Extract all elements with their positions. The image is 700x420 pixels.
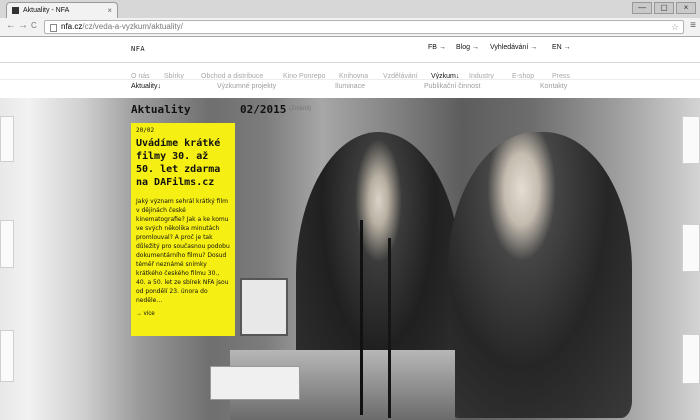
maximize-button[interactable]: ▢ [654, 2, 674, 14]
archive-date: 02/2015 [240, 103, 287, 116]
subnav-kontakty[interactable]: Kontakty [540, 83, 567, 90]
subnav-publikace[interactable]: Publikační činnost [424, 83, 480, 90]
film-perforation [0, 330, 14, 382]
search-link[interactable]: Vyhledávání → [490, 44, 537, 51]
film-perforation [682, 116, 700, 164]
website: NFA FB → Blog → Vyhledávání → EN → O nás… [0, 37, 700, 420]
page-title: Aktuality [131, 103, 191, 116]
fb-link[interactable]: FB → [428, 44, 446, 51]
header-divider [0, 62, 700, 63]
nav-divider [0, 79, 700, 80]
subnav-iluminace[interactable]: Iluminace [335, 83, 365, 90]
forward-icon[interactable]: → [18, 20, 28, 31]
hero-photo: Aktuality 02/2015 (Změnit) 20/02 Uvádíme… [0, 98, 700, 420]
photo-lamp [240, 278, 288, 336]
subnav-projekty[interactable]: Výzkumné projekty [217, 83, 276, 90]
language-link[interactable]: EN → [552, 44, 571, 51]
news-date: 20/02 [136, 127, 155, 134]
page-icon [50, 24, 57, 32]
close-window-button[interactable]: × [676, 2, 696, 14]
film-perforation [682, 334, 700, 384]
subnav-aktuality[interactable]: Aktuality↓ [131, 83, 161, 90]
sub-navigation: Aktuality↓ Výzkumné projekty Iluminace P… [0, 83, 700, 97]
browser-tab[interactable]: Aktuality - NFA × [6, 2, 118, 18]
back-icon[interactable]: ← [6, 20, 16, 31]
news-card[interactable]: 20/02 Uvádíme krátké filmy 30. až 50. le… [131, 123, 235, 336]
favicon [12, 7, 19, 14]
news-excerpt: Jaký význam sehrál krátký film v dějinác… [136, 198, 230, 304]
close-tab-icon[interactable]: × [107, 3, 112, 18]
hero-header: Aktuality 02/2015 (Změnit) [0, 98, 700, 122]
bookmark-star-icon[interactable]: ☆ [671, 21, 679, 33]
news-headline[interactable]: Uvádíme krátké filmy 30. až 50. let zdar… [136, 137, 230, 189]
film-perforation [0, 220, 14, 268]
film-perforation [682, 224, 700, 272]
url-path: /cz/veda-a-vyzkum/aktuality/ [82, 22, 183, 31]
url-host: nfa.cz [61, 22, 83, 31]
site-logo[interactable]: NFA [131, 45, 145, 53]
address-bar[interactable]: nfa.cz/cz/veda-a-vyzkum/aktuality/ ☆ [44, 20, 684, 34]
photo-figure-right [448, 132, 632, 418]
browser-toolbar: ← → C nfa.cz/cz/veda-a-vyzkum/aktuality/… [0, 18, 700, 36]
film-perforation [0, 116, 14, 162]
window-controls: — ▢ × [632, 2, 696, 14]
read-more-link[interactable]: → více [136, 311, 230, 317]
browser-menu-icon[interactable]: ≡ [690, 20, 696, 31]
photo-paper [210, 366, 300, 400]
photo-apparatus [388, 238, 391, 418]
change-date-link[interactable]: (Změnit) [289, 106, 311, 112]
minimize-button[interactable]: — [632, 2, 652, 14]
photo-apparatus [360, 220, 363, 415]
blog-link[interactable]: Blog → [456, 44, 479, 51]
browser-chrome: Aktuality - NFA × — ▢ × ← → C nfa.cz/cz/… [0, 0, 700, 37]
reload-icon[interactable]: C [31, 21, 37, 30]
tab-title: Aktuality - NFA [23, 7, 70, 14]
